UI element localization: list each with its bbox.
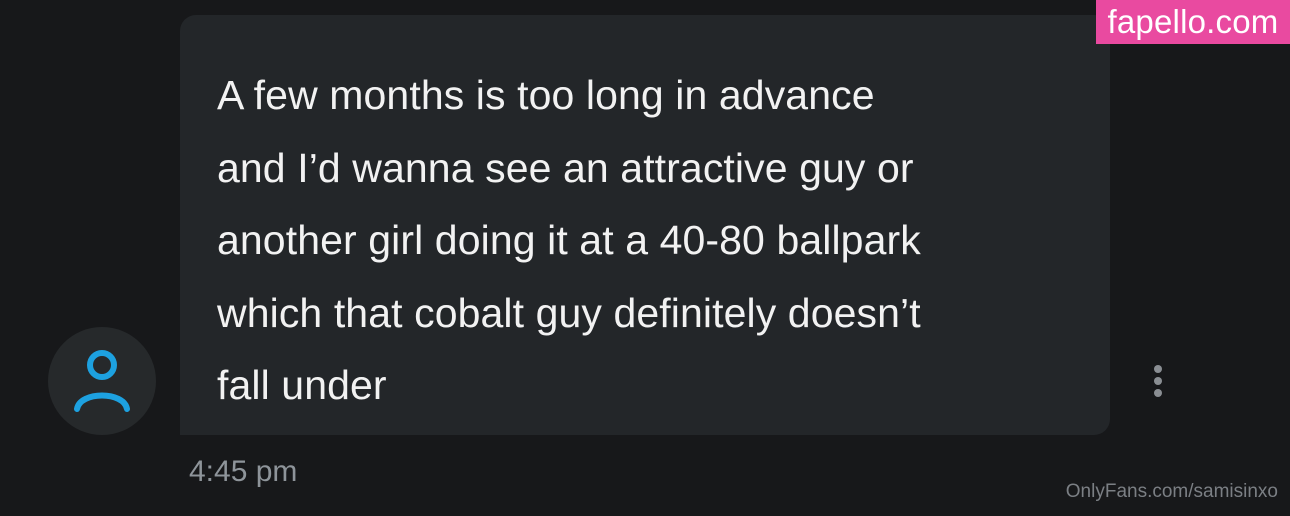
message-timestamp: 4:45 pm bbox=[189, 455, 298, 488]
more-vertical-icon bbox=[1154, 365, 1162, 373]
more-vertical-icon-dot bbox=[1154, 377, 1162, 385]
avatar[interactable] bbox=[48, 327, 156, 435]
message-text: A few months is too long in advance and … bbox=[217, 72, 921, 408]
message-bubble[interactable]: A few months is too long in advance and … bbox=[180, 15, 1110, 435]
watermark-fapello: fapello.com bbox=[1096, 0, 1290, 44]
watermark-onlyfans: OnlyFans.com/samisinxo bbox=[1065, 481, 1278, 502]
person-icon bbox=[74, 350, 130, 412]
more-options-button[interactable] bbox=[1140, 361, 1176, 401]
more-vertical-icon-dot bbox=[1154, 389, 1162, 397]
chat-screen: A few months is too long in advance and … bbox=[0, 0, 1290, 516]
